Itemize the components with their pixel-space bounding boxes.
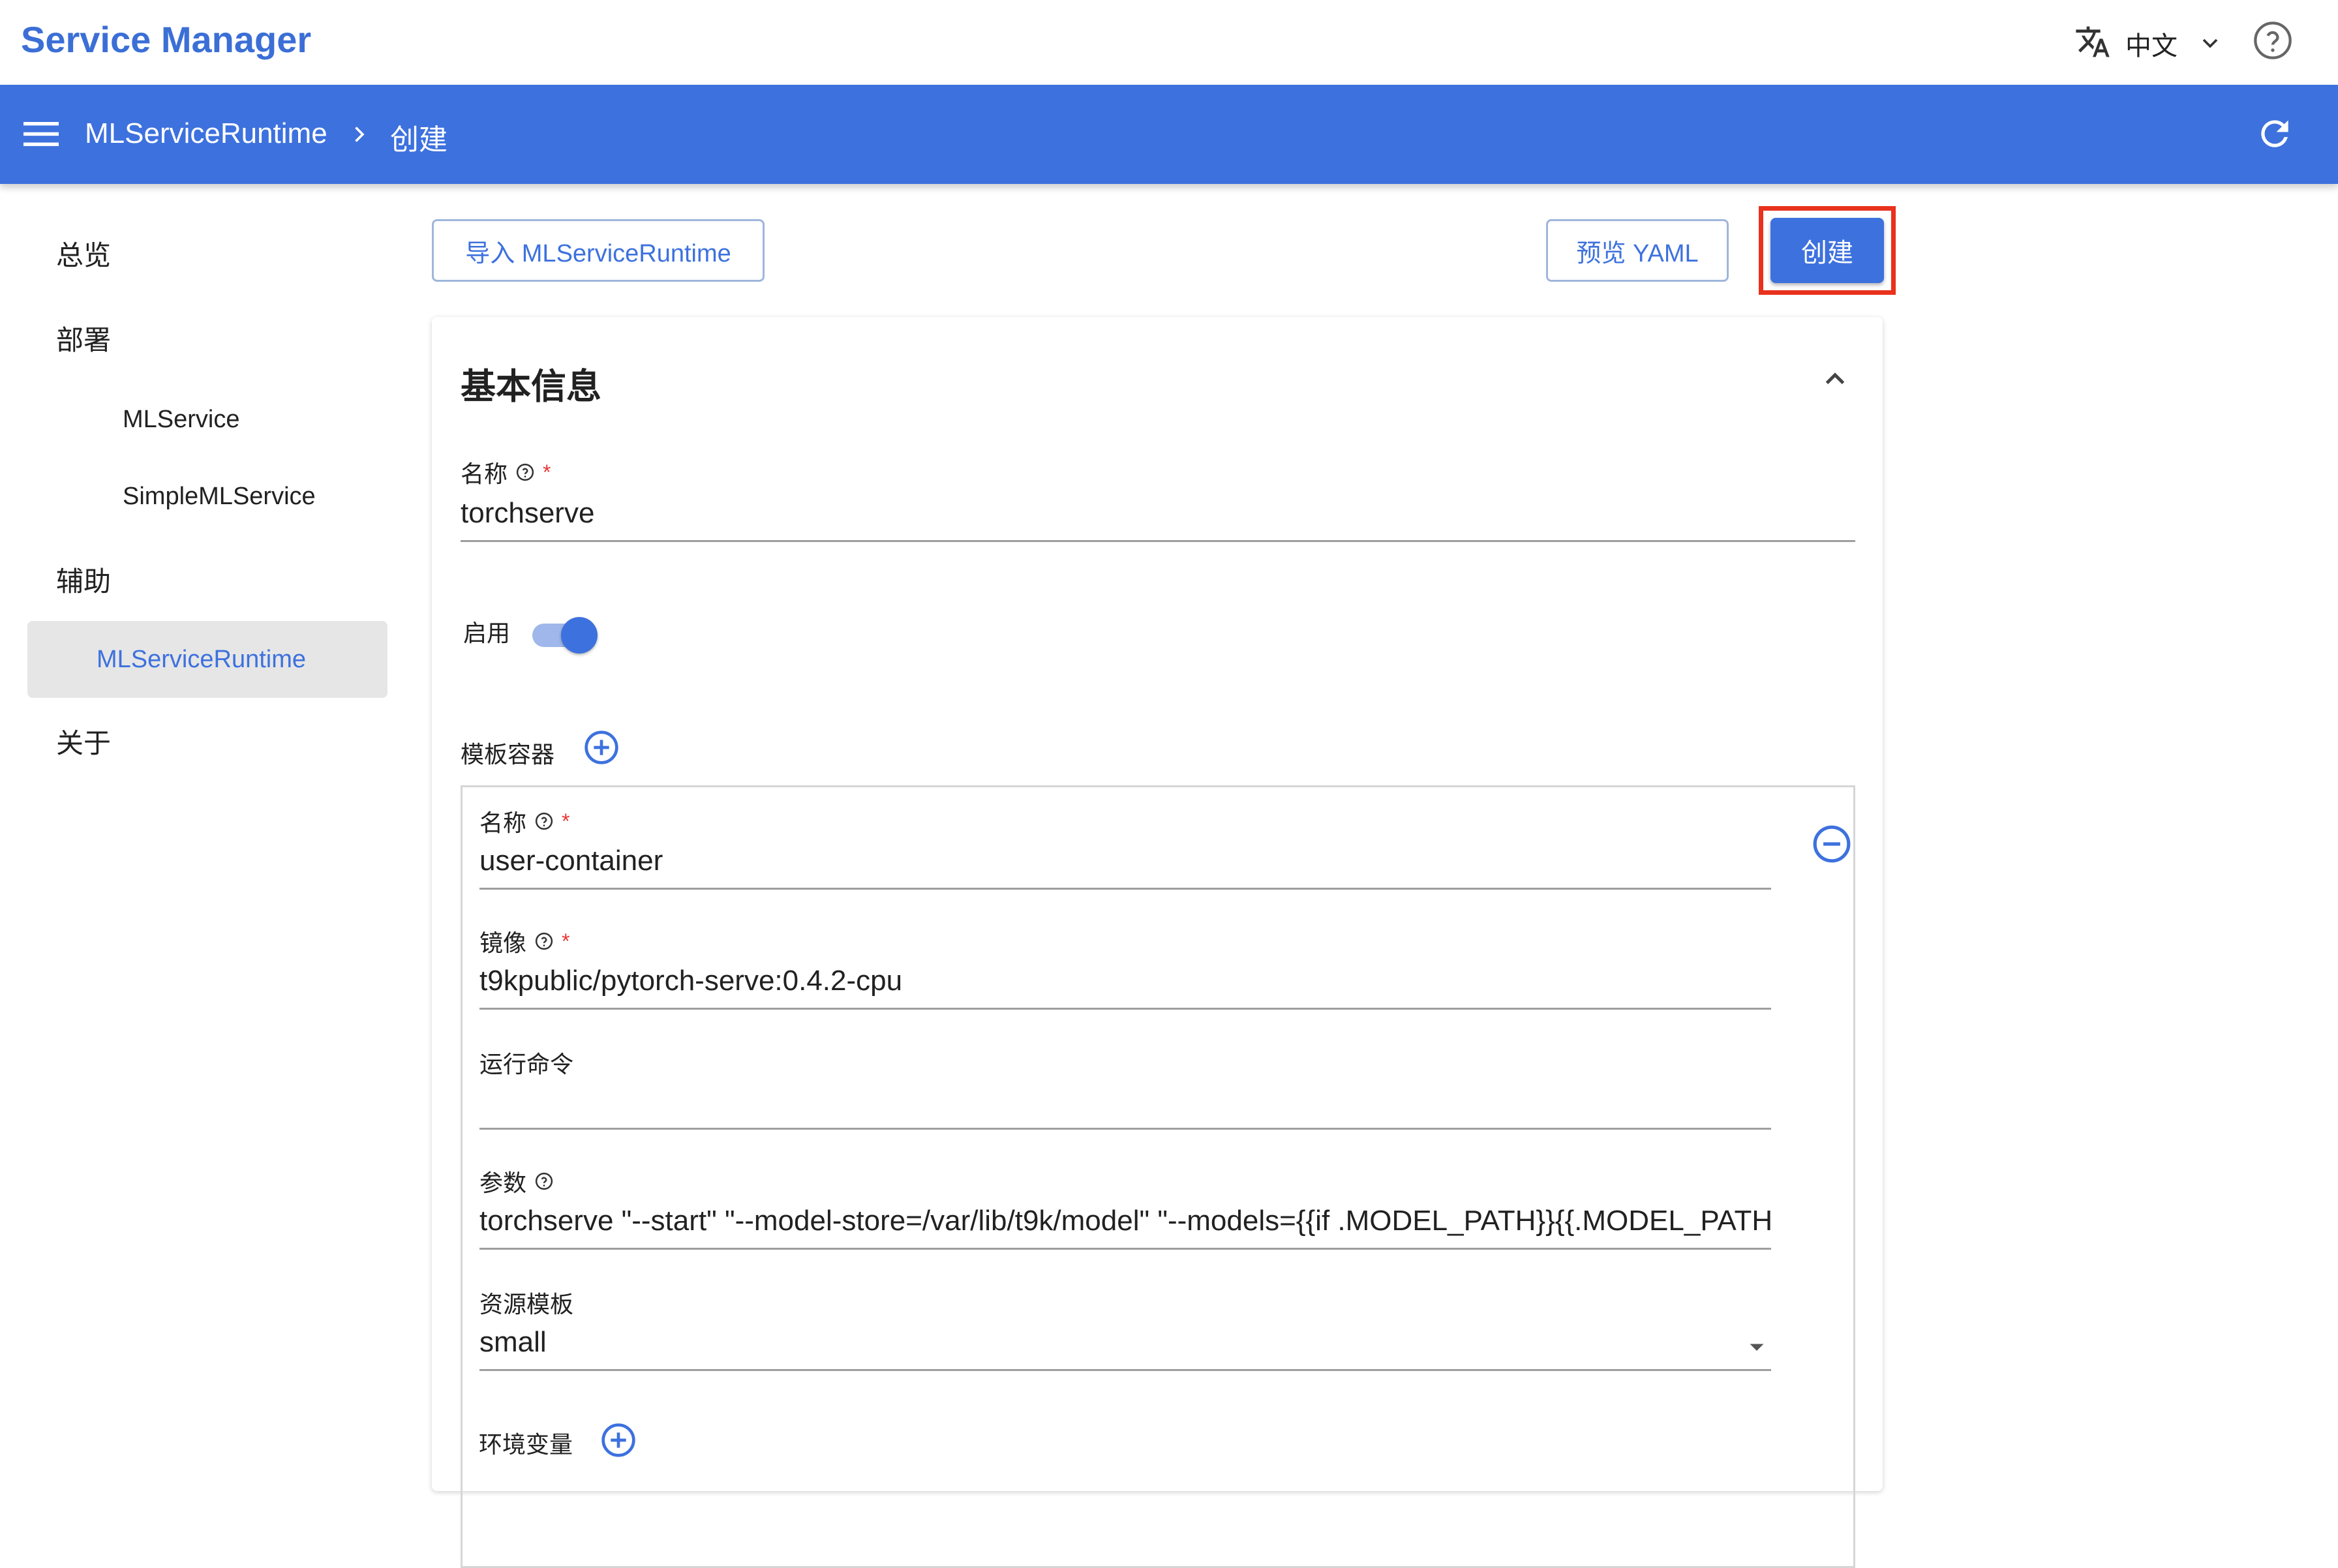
menu-icon[interactable]: [23, 119, 59, 149]
resource-template-label: 资源模板: [479, 1291, 574, 1318]
language-label[interactable]: 中文: [2125, 25, 2178, 63]
container-name-input[interactable]: user-container: [479, 845, 1771, 877]
basic-info-card: 基本信息 名称 * torchserve 启用 模板容器 名称 * user-c…: [432, 317, 1883, 1568]
translate-icon[interactable]: [2074, 23, 2111, 60]
breadcrumb-create: 创建: [390, 124, 448, 156]
image-label-text: 镜像: [479, 929, 527, 956]
args-input[interactable]: torchserve "--start" "--model-store=/var…: [479, 1205, 1771, 1237]
command-underline: [479, 1128, 1771, 1130]
chevron-down-icon[interactable]: [2197, 30, 2223, 56]
add-env-var-icon[interactable]: [600, 1422, 637, 1458]
sidebar-item-simplemlservice[interactable]: SimpleMLService: [123, 483, 316, 511]
help-icon[interactable]: [515, 462, 535, 482]
section-title: 基本信息: [461, 367, 601, 406]
required-marker: *: [543, 460, 551, 484]
app-bar: MLServiceRuntime 创建: [0, 85, 2338, 184]
dropdown-arrow-icon[interactable]: [1745, 1335, 1769, 1359]
image-label: 镜像 *: [479, 924, 569, 958]
sidebar-item-about[interactable]: 关于: [56, 721, 111, 761]
import-button[interactable]: 导入 MLServiceRuntime: [432, 219, 765, 282]
sidebar-group-auxiliary[interactable]: 辅助: [56, 560, 111, 599]
container-name-text: 名称: [479, 809, 527, 836]
args-label-text: 参数: [479, 1169, 527, 1196]
preview-yaml-button[interactable]: 预览 YAML: [1546, 219, 1729, 282]
name-underline: [461, 540, 1855, 542]
command-input[interactable]: [479, 1085, 1771, 1121]
args-underline: [479, 1248, 1771, 1250]
add-container-icon[interactable]: [583, 729, 620, 766]
chevron-right-icon: [355, 127, 365, 142]
create-button[interactable]: 创建: [1770, 218, 1884, 283]
name-label: 名称: [461, 460, 508, 487]
app-title[interactable]: Service Manager: [21, 18, 311, 61]
sidebar-item-overview[interactable]: 总览: [56, 234, 111, 273]
args-label: 参数: [479, 1164, 554, 1198]
template-container-panel: 名称 * user-container 镜像 * t9kpublic/pytor…: [461, 785, 1855, 1568]
sidebar-item-label: MLServiceRuntime: [97, 646, 306, 673]
command-label: 运行命令: [479, 1051, 574, 1078]
image-input[interactable]: t9kpublic/pytorch-serve:0.4.2-cpu: [479, 965, 1771, 997]
sidebar-group-deploy[interactable]: 部署: [56, 318, 111, 358]
chevron-up-icon[interactable]: [1819, 363, 1851, 395]
help-icon[interactable]: [534, 1171, 554, 1191]
remove-container-icon[interactable]: [1812, 824, 1852, 864]
name-input[interactable]: torchserve: [461, 497, 1855, 530]
required-marker: *: [562, 809, 570, 833]
sidebar-item-mlservice[interactable]: MLService: [123, 406, 240, 434]
enable-switch-thumb[interactable]: [561, 617, 598, 654]
container-name-underline: [479, 888, 1771, 890]
refresh-icon[interactable]: [2254, 113, 2295, 154]
enable-label: 启用: [463, 620, 511, 646]
template-container-label: 模板容器: [461, 741, 555, 768]
help-icon[interactable]: [534, 931, 554, 951]
breadcrumb-mlserviceruntime[interactable]: MLServiceRuntime: [85, 117, 327, 150]
top-bar: Service Manager 中文: [0, 0, 2338, 85]
image-underline: [479, 1008, 1771, 1010]
container-name-label: 名称 *: [479, 804, 569, 838]
help-icon[interactable]: [534, 811, 554, 831]
help-icon[interactable]: [2252, 20, 2294, 61]
name-field-label: 名称 *: [461, 455, 551, 489]
resource-underline: [479, 1369, 1771, 1371]
required-marker: *: [562, 929, 570, 953]
resource-template-select[interactable]: small: [479, 1326, 1719, 1359]
env-vars-label-text: 环境变量: [479, 1431, 573, 1458]
